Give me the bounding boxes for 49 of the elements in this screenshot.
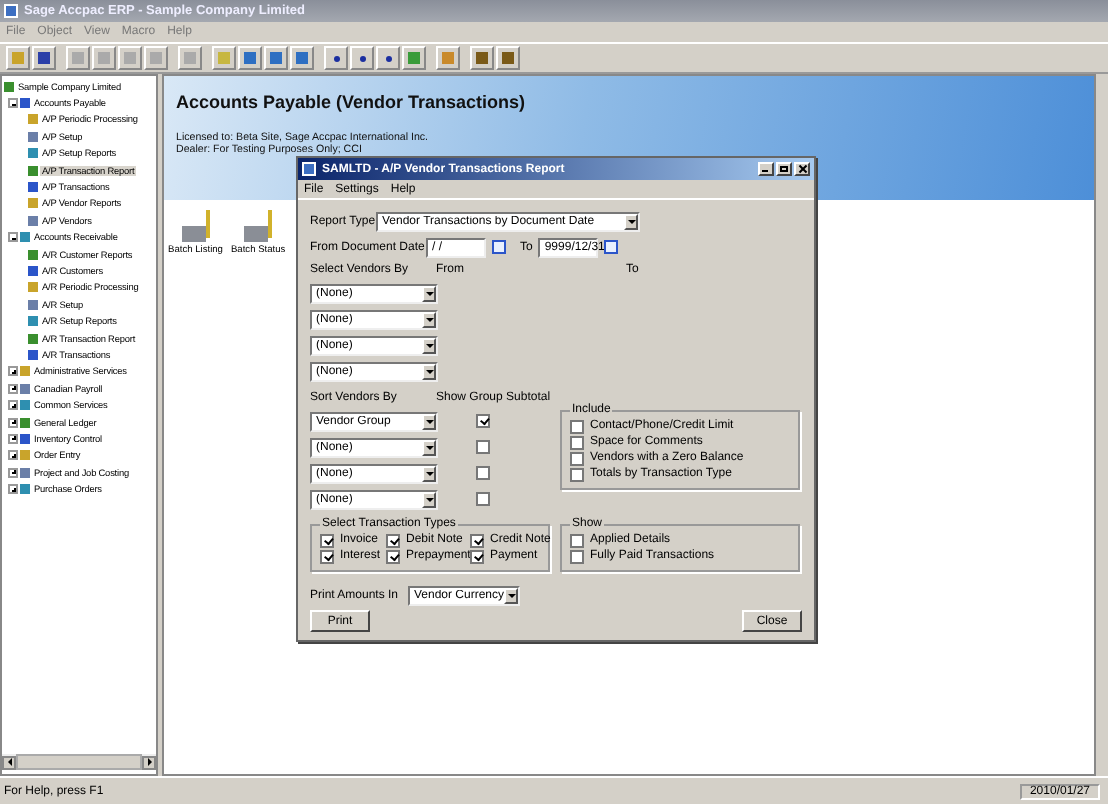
collapse-icon[interactable] — [8, 232, 18, 243]
calendar-icon[interactable] — [604, 240, 619, 254]
checkbox[interactable] — [386, 549, 400, 563]
expand-icon[interactable] — [8, 366, 18, 377]
expand-icon[interactable] — [8, 400, 18, 411]
expand-icon[interactable] — [8, 383, 18, 394]
toolbar-icon[interactable] — [238, 46, 262, 70]
close-icon[interactable] — [794, 162, 810, 176]
checkbox[interactable] — [386, 533, 400, 547]
checkbox[interactable] — [476, 440, 490, 454]
checkbox[interactable] — [476, 466, 490, 480]
expand-icon[interactable] — [8, 450, 18, 461]
minimize-icon[interactable] — [758, 162, 774, 176]
checkbox[interactable] — [570, 419, 584, 433]
scroll-right-icon[interactable] — [142, 755, 156, 769]
expand-icon[interactable] — [8, 467, 18, 478]
app-logo-icon — [302, 162, 316, 176]
checkbox[interactable] — [570, 533, 584, 547]
app-logo-icon — [4, 4, 18, 18]
expand-icon[interactable] — [8, 484, 18, 495]
toolbar-icon[interactable] — [376, 46, 400, 70]
checkbox[interactable] — [470, 549, 484, 563]
checkbox[interactable] — [570, 435, 584, 449]
checkbox[interactable] — [476, 492, 490, 506]
collapse-icon[interactable] — [8, 98, 18, 109]
maximize-icon[interactable] — [776, 162, 792, 176]
scrollbar-thumb[interactable] — [16, 754, 142, 770]
scroll-left-icon[interactable] — [2, 755, 16, 769]
checkbox[interactable] — [476, 414, 490, 428]
checkbox[interactable] — [570, 467, 584, 481]
checkbox[interactable] — [470, 533, 484, 547]
checkbox[interactable] — [320, 533, 334, 547]
checkbox[interactable] — [570, 549, 584, 563]
toolbar-icon[interactable] — [324, 46, 348, 70]
checkbox[interactable] — [570, 451, 584, 465]
toolbar-icon[interactable] — [290, 46, 314, 70]
page-title: Accounts Payable (Vendor Transactions) — [176, 92, 528, 112]
horizontal-scrollbar[interactable] — [2, 754, 156, 770]
printer-icon[interactable] — [181, 210, 210, 242]
printer-icon[interactable] — [244, 210, 273, 242]
expand-icon[interactable] — [8, 417, 18, 427]
toolbar-icon[interactable] — [350, 46, 374, 70]
toolbar-icon[interactable] — [470, 46, 494, 70]
toolbar-icon[interactable] — [496, 46, 520, 70]
expand-icon[interactable] — [8, 433, 18, 444]
toolbar-icon[interactable] — [264, 46, 288, 70]
toolbar-icon[interactable] — [32, 46, 56, 70]
calendar-icon[interactable] — [492, 240, 506, 254]
checkbox[interactable] — [320, 549, 334, 563]
